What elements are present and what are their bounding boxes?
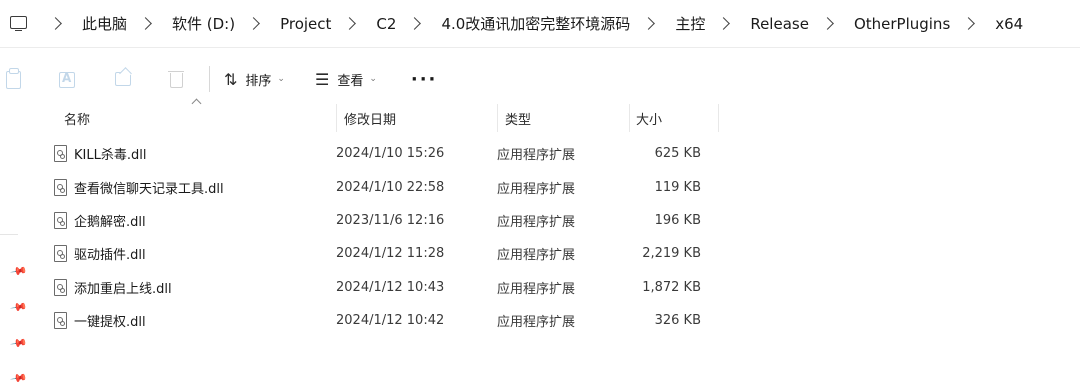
file-size: 1,872 KB [642,279,701,295]
chevron-right-icon[interactable] [717,17,731,30]
more-options-button[interactable]: ··· [411,69,438,90]
breadcrumb-item[interactable]: OtherPlugins [854,12,950,36]
file-type: 应用程序扩展 [497,148,576,164]
column-header-label: 名称 [64,112,91,128]
breadcrumb: 此电脑 软件 (D:) Project C2 4.0改通讯加密完整环境源码 主控… [43,10,1023,37]
file-name-cell: 企鹅解密.dll [48,211,336,230]
file-name-cell: 查看微信聊天记录工具.dll [48,178,336,197]
file-date: 2023/11/6 12:16 [336,212,445,228]
chevron-right-icon[interactable] [962,17,976,30]
view-label: 查看 [337,73,364,89]
breadcrumb-item[interactable]: 软件 (D:) [172,10,235,37]
chevron-right-icon[interactable] [642,17,656,30]
column-header-type[interactable]: 类型 [497,104,629,132]
file-name: 查看微信聊天记录工具.dll [74,181,224,197]
chevron-down-icon: ⌄ [277,74,285,84]
file-size: 196 KB [654,212,701,228]
column-header-label: 修改日期 [344,112,397,128]
file-row[interactable]: 企鹅解密.dll 2023/11/6 12:16 应用程序扩展 196 KB [48,204,719,237]
pin-icon[interactable]: 📌 [10,369,29,388]
this-pc-icon[interactable] [9,14,29,34]
breadcrumb-item[interactable]: 4.0改通讯加密完整环境源码 [441,10,630,37]
breadcrumb-item[interactable]: Release [750,12,809,36]
file-list: KILL杀毒.dll 2024/1/10 15:26 应用程序扩展 625 KB… [48,137,719,337]
chevron-right-icon[interactable] [139,17,152,30]
file-type: 应用程序扩展 [497,248,576,264]
file-name: 驱动插件.dll [74,248,146,264]
command-bar: A ⇅ 排序 ⌄ ☰ 查看 ⌄ ··· [0,56,1080,102]
file-type: 应用程序扩展 [497,214,576,230]
chevron-right-icon[interactable] [49,17,62,30]
breadcrumb-item[interactable]: Project [280,12,331,36]
paste-icon[interactable] [3,68,25,90]
dll-file-icon [54,278,68,296]
pin-icon[interactable]: 📌 [10,262,29,281]
sort-button[interactable]: ⇅ 排序 ⌄ [224,70,285,89]
file-name: 企鹅解密.dll [74,214,146,230]
file-name: 一键提权.dll [74,315,146,331]
column-header-row: 名称 修改日期 类型 大小 [48,98,719,132]
dll-file-icon [54,178,68,196]
file-name-cell: 添加重启上线.dll [48,278,336,297]
chevron-right-icon[interactable] [247,17,260,30]
file-name: KILL杀毒.dll [74,148,147,164]
address-bar[interactable]: 此电脑 软件 (D:) Project C2 4.0改通讯加密完整环境源码 主控… [0,0,1080,48]
breadcrumb-item[interactable]: 此电脑 [82,10,127,37]
file-row[interactable]: 查看微信聊天记录工具.dll 2024/1/10 22:58 应用程序扩展 11… [48,170,719,203]
pin-icon[interactable]: 📌 [10,334,29,353]
dll-file-icon [54,145,68,163]
breadcrumb-item[interactable]: 主控 [675,10,705,37]
file-name-cell: 一键提权.dll [48,311,336,330]
rename-icon[interactable]: A [57,68,79,90]
column-header-label: 类型 [505,112,532,128]
chevron-down-icon: ⌄ [369,74,377,84]
pin-icon[interactable]: 📌 [10,298,29,317]
breadcrumb-item-current[interactable]: x64 [995,12,1023,36]
navigation-pane: 📌 📌 📌 📌 [0,102,30,388]
file-date: 2024/1/12 10:43 [336,279,445,295]
view-button[interactable]: ☰ 查看 ⌄ [315,70,377,89]
file-name-cell: KILL杀毒.dll [48,144,336,163]
file-name: 添加重启上线.dll [74,281,172,297]
dll-file-icon [54,245,68,263]
file-type: 应用程序扩展 [497,281,576,297]
breadcrumb-item[interactable]: C2 [376,12,396,36]
nav-divider [0,234,18,235]
file-size: 2,219 KB [642,246,701,262]
sort-icon: ⇅ [224,69,238,89]
file-row[interactable]: 添加重启上线.dll 2024/1/12 10:43 应用程序扩展 1,872 … [48,271,719,304]
file-row[interactable]: 一键提权.dll 2024/1/12 10:42 应用程序扩展 326 KB [48,304,719,337]
file-date: 2024/1/12 11:28 [336,246,445,262]
file-size: 625 KB [654,146,701,162]
column-header-size[interactable]: 大小 [629,104,719,132]
file-date: 2024/1/10 22:58 [336,179,445,195]
chevron-right-icon[interactable] [821,17,834,30]
column-header-name[interactable]: 名称 [48,98,336,132]
file-type: 应用程序扩展 [497,181,576,197]
file-size: 119 KB [654,179,701,195]
file-row[interactable]: KILL杀毒.dll 2024/1/10 15:26 应用程序扩展 625 KB [48,137,719,170]
toolbar-divider [209,66,210,92]
file-date: 2024/1/10 15:26 [336,146,445,162]
file-row[interactable]: 驱动插件.dll 2024/1/12 11:28 应用程序扩展 2,219 KB [48,237,719,270]
share-icon[interactable] [111,67,133,90]
file-type: 应用程序扩展 [497,315,576,331]
chevron-right-icon[interactable] [343,17,357,30]
sort-label: 排序 [245,73,272,89]
chevron-right-icon[interactable] [408,17,422,30]
file-name-cell: 驱动插件.dll [48,244,336,263]
file-size: 326 KB [654,313,701,329]
file-date: 2024/1/12 10:42 [336,313,445,329]
dll-file-icon [54,312,68,330]
column-header-label: 大小 [636,112,663,128]
column-header-date[interactable]: 修改日期 [336,104,497,132]
dll-file-icon [54,211,68,229]
delete-icon[interactable] [165,68,187,90]
view-list-icon: ☰ [314,69,330,89]
